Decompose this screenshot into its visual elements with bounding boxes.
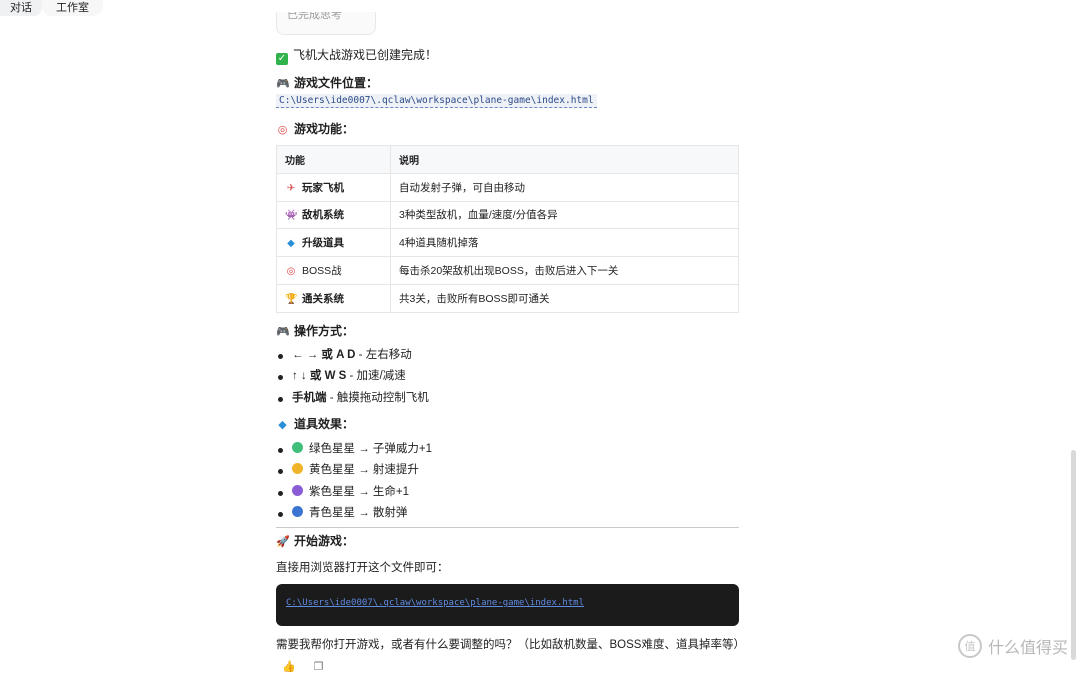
- table-header-row: 功能 说明: [276, 145, 739, 174]
- thumbs-up-icon[interactable]: 👍: [282, 660, 296, 673]
- divider: [276, 527, 739, 528]
- table-row: 🏆 通关系统 共3关，击败所有BOSS即可通关: [276, 283, 739, 313]
- check-icon: ✓: [276, 53, 288, 65]
- table-row: 👾 敌机系统 3种类型敌机，血量/速度/分值各异: [276, 200, 739, 230]
- alien-icon: 👾: [285, 210, 298, 222]
- file-location-heading: 🎮 游戏文件位置：: [276, 76, 379, 90]
- gamepad-icon: 🎮: [276, 78, 290, 90]
- code-path-link[interactable]: C:\Users\ide0007\.qclaw\workspace\plane-…: [286, 598, 584, 608]
- feature-desc: 每击杀20架敌机出现BOSS，击败后进入下一关: [390, 256, 739, 285]
- table-row: ◆ 升级道具 4种道具随机掉落: [276, 228, 739, 258]
- gamepad-icon: 🎮: [276, 326, 290, 338]
- feature-name: ◆ 升级道具: [276, 228, 391, 258]
- file-path-inline-code[interactable]: C:\Users\ide0007\.qclaw\workspace\plane-…: [276, 94, 597, 108]
- items-list: 绿色星星 → 子弹威力+1 黄色星星 → 射速提升 紫色星星 → 生命+1 青色…: [276, 439, 432, 524]
- plane-icon: ✈: [286, 182, 296, 194]
- list-item: 黄色星星 → 射速提升: [276, 460, 432, 481]
- features-table: 功能 说明 ✈ 玩家飞机 自动发射子弹，可自由移动 👾 敌机系统 3种类型敌机，血量…: [276, 145, 739, 313]
- smzdm-logo-icon: 值: [957, 634, 982, 658]
- gem-icon: ◆: [278, 419, 287, 431]
- feature-name: ◎ BOSS战: [276, 256, 391, 285]
- table-row: ◎ BOSS战 每击杀20架敌机出现BOSS，击败后进入下一关: [276, 256, 739, 285]
- trophy-icon: 🏆: [285, 293, 298, 305]
- tab-chat[interactable]: 对话: [0, 0, 42, 16]
- controls-heading: 🎮 操作方式：: [276, 324, 355, 338]
- target-icon: ◎: [286, 266, 296, 278]
- feature-name: 🏆 通关系统: [276, 283, 391, 313]
- purple-dot-icon: [292, 484, 303, 496]
- rocket-icon: 🚀: [276, 536, 290, 548]
- list-item: ↑ ↓ 或 W S - 加速/减速: [276, 366, 429, 387]
- success-line: ✓ 飞机大战游戏已创建完成！: [276, 46, 437, 65]
- follow-up-question: 需要我帮你打开游戏，或者有什么要调整的吗？（比如敌机数量、BOSS难度、道具掉率…: [276, 639, 745, 651]
- blue-dot-icon: [292, 505, 303, 517]
- list-item: 绿色星星 → 子弹威力+1: [276, 439, 432, 460]
- list-item: 手机端 - 触摸拖动控制飞机: [276, 388, 429, 409]
- start-heading: 🚀 开始游戏：: [276, 534, 355, 548]
- success-text: 飞机大战游戏已创建完成！: [293, 48, 438, 62]
- feature-desc: 4种道具随机掉落: [390, 228, 739, 258]
- feature-name: 👾 敌机系统: [276, 200, 391, 230]
- start-description: 直接用浏览器打开这个文件即可：: [276, 562, 449, 574]
- feature-name: ✈ 玩家飞机: [276, 172, 391, 202]
- scrollbar[interactable]: [1071, 450, 1076, 660]
- thinking-collapsed-pill[interactable]: 已完成思考: [276, 12, 376, 35]
- list-item: 青色星星 → 散射弹: [276, 503, 432, 524]
- feature-desc: 共3关，击败所有BOSS即可通关: [390, 283, 739, 313]
- code-block: C:\Users\ide0007\.qclaw\workspace\plane-…: [276, 584, 739, 626]
- tab-studio[interactable]: 工作室: [42, 0, 103, 16]
- target-icon: ◎: [277, 124, 288, 136]
- list-item: 紫色星星 → 生命+1: [276, 482, 432, 503]
- feature-desc: 自动发射子弹，可自由移动: [390, 172, 739, 202]
- copy-icon[interactable]: ❐: [314, 660, 324, 673]
- yellow-dot-icon: [292, 463, 303, 475]
- features-heading: ◎ 游戏功能：: [277, 122, 355, 136]
- list-item: ← → 或 A D - 左右移动: [276, 345, 429, 366]
- green-dot-icon: [292, 442, 303, 453]
- feature-desc: 3种类型敌机，血量/速度/分值各异: [390, 200, 739, 230]
- column-header-description: 说明: [390, 145, 739, 174]
- items-heading: ◆ 道具效果：: [276, 415, 354, 432]
- column-header-feature: 功能: [276, 145, 391, 174]
- message-actions: 👍 ❐: [282, 660, 324, 673]
- table-row: ✈ 玩家飞机 自动发射子弹，可自由移动: [276, 172, 739, 202]
- top-tabs: 对话 工作室: [0, 0, 103, 20]
- watermark: 值 什么值得买: [957, 634, 1068, 658]
- gem-icon: ◆: [287, 238, 295, 250]
- controls-list: ← → 或 A D - 左右移动 ↑ ↓ 或 W S - 加速/减速 手机端 -…: [276, 345, 429, 409]
